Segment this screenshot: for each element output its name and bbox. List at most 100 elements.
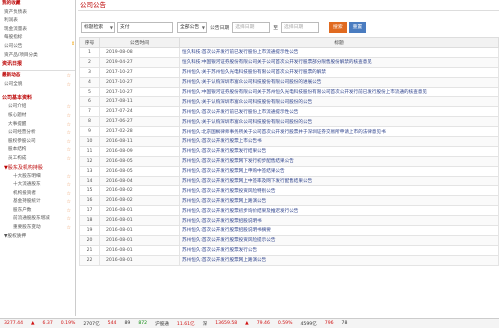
sidebar-item-top-0[interactable]: 我的收藏 [0,0,75,9]
sidebar-item-shareholder-2[interactable]: 机构投资者 ☆ [0,190,75,199]
favorite-star-icon[interactable]: ☆ [67,207,71,216]
cell-title[interactable]: 恒久科技:首次公开发行前已发行股份上市流通提示性公告 [179,47,499,58]
table-row[interactable]: 3 2017-10-27 苏州恒久:关于苏州恒久光电科技股份有限公司首次公开发行股票… [79,66,499,78]
table-row[interactable]: 13 2016-08-05 苏州恒久:首次公开发行股票网上申购中签结果公告 [79,165,499,177]
sidebar-item-top-5[interactable]: 公司公告 [0,43,75,52]
cell-title[interactable]: 苏州恒久:首次公开发行股票发行公告 [179,244,499,256]
table-row[interactable]: 8 2017-06-27 苏州恒久:关于认购深圳市富众公司科技股份有限公司股份的公告 [79,116,499,128]
table-row[interactable]: 16 2016-08-02 苏州恒久:首次公开发行股票网上路演公告 [79,195,499,207]
favorite-star-icon[interactable]: ☆ [67,173,71,182]
table-row[interactable]: 2 2019-04-27 恒久科技:中国银河证券股份有限公司关于公司首次公开发行股票… [79,56,499,68]
cell-title[interactable]: 恒久科技:中国银河证券股份有限公司关于公司首次公开发行股票部分限售股份解禁的核查… [179,56,499,68]
table-row[interactable]: 18 2016-08-01 苏州恒久:首次公开发行股票招股说明书 [79,215,499,227]
cell-title[interactable]: 苏州恒久:首次公开发行股票初步询价结果及推迟发行公告 [179,205,499,217]
table-row[interactable]: 21 2016-08-01 苏州恒久:首次公开发行股票发行公告 [79,244,499,256]
cell-date: 2016-08-04 [99,175,180,187]
scroll-handle-icon[interactable]: ⇕ [71,40,75,48]
sidebar-item-shareholder-5[interactable]: 前流通股股东增减 ☆ [0,215,75,224]
sidebar-item-basic-3[interactable]: 公司经营分析 ☆ [0,129,75,138]
cell-title[interactable]: 苏州恒久:北京国枫律师事务所关于公司首次公开发行股票并于深圳证券交易所申请上市的… [179,126,499,138]
sidebar-item-shareholder-0[interactable]: 十大股东明细 ☆ [0,173,75,182]
sidebar-item-basic-0[interactable]: 公司介绍 ☆ [0,103,75,112]
sidebar-item-label: 公司公告 [4,43,23,49]
favorite-star-icon[interactable]: ☆ [67,215,71,224]
table-row[interactable]: 9 2017-02-28 苏州恒久:北京国枫律师事务所关于公司首次公开发行股票并于深… [79,126,499,138]
table-row[interactable]: 1 2019-08-08 恒久科技:首次公开发行前已发行股份上市流通提示性公告 [79,47,499,58]
table-row[interactable]: 10 2016-08-11 苏州恒久:首次公开发行股票上市公告书 [79,136,499,147]
table-row[interactable]: 11 2016-08-09 苏州恒久:首次公开发行股票发行结果公告 [79,145,499,157]
section-basic-info[interactable]: 公司基本资料 [0,94,75,103]
sidebar-item-top-6[interactable]: 资产品/项目分类 [0,52,75,61]
start-date-input[interactable]: 选择日期 [232,21,271,33]
reset-button[interactable]: 重置 [348,21,367,33]
table-row[interactable]: 14 2016-08-04 苏州恒久:首次公开发行股票网上中签率及网下发行配售结果公… [79,175,499,187]
cell-title[interactable]: 苏州恒久:首次公开发行股票网上申购中签结果公告 [179,165,499,177]
cell-title[interactable]: 苏州恒久:首次公开发行股票投资风险提示公告 [179,234,499,246]
cell-title[interactable]: 苏州恒久:关于认购深圳市富众公司科技股份有限公司股份的进展公告 [179,76,499,88]
sidebar-item-shareholder-4[interactable]: 股东户数 ☆ [0,207,75,216]
cell-title[interactable]: 苏州恒久:首次公开发行股票招股说明书摘要 [179,225,499,236]
sidebar-item-top-3[interactable]: 现金流量表 [0,26,75,35]
table-row[interactable]: 19 2016-08-01 苏州恒久:首次公开发行股票招股说明书摘要 [79,225,499,236]
sidebar-item-mid-1[interactable]: 公司全貌 ☆ [0,81,75,90]
section-shareholders[interactable]: ▼股东及机构持股 [0,164,75,173]
table-row[interactable]: 20 2016-08-01 苏州恒久:首次公开发行股票投资风险提示公告 [79,234,499,246]
sidebar-item-basic-1[interactable]: 核心题材 ☆ [0,112,75,121]
section-info-daily[interactable]: 资讯日报 [0,60,75,69]
end-date-input[interactable]: 选择日期 [281,21,320,33]
sidebar-item-shareholder-6[interactable]: 重要股东变动 ☆ [0,224,75,233]
favorite-star-icon[interactable]: ☆ [67,198,71,207]
sidebar-item-basic-6[interactable]: 员工构成 ☆ [0,155,75,164]
table-row[interactable]: 12 2016-08-05 苏州恒久:首次公开发行股票网下发行初步配售结果公告 [79,155,499,167]
favorite-star-icon[interactable]: ☆ [67,121,71,130]
favorite-star-icon[interactable]: ☆ [67,155,71,164]
cell-title[interactable]: 苏州恒久:关于认购深圳市富众公司科技股份有限公司股份的公告 [179,96,499,108]
sidebar-item-shareholder-1[interactable]: 十大流通股东 ☆ [0,181,75,190]
cell-title[interactable]: 苏州恒久:首次公开发行股票发行结果公告 [179,145,499,157]
favorite-star-icon[interactable]: ☆ [67,146,71,155]
favorite-star-icon[interactable]: ☆ [67,112,71,121]
sidebar-item-top-4[interactable]: 每股指标 [0,34,75,43]
cell-title[interactable]: 苏州恒久:首次公开发行股票投资风险特别公告 [179,185,499,197]
favorite-star-icon[interactable]: ☆ [67,190,71,199]
cell-title[interactable]: 苏州恒久:首次公开发行前已发行股份上市流通提示性公告 [179,106,499,118]
favorite-star-icon[interactable]: ☆ [67,181,71,190]
table-row[interactable]: 17 2016-08-01 苏州恒久:首次公开发行股票初步询价结果及推迟发行公告 [79,205,499,217]
table-row[interactable]: 7 2017-07-24 苏州恒久:首次公开发行前已发行股份上市流通提示性公告 [79,106,499,118]
table-row[interactable]: 15 2016-08-02 苏州恒久:首次公开发行股票投资风险特别公告 [79,185,499,197]
favorite-star-icon[interactable]: ☆ [67,81,71,90]
table-row[interactable]: 4 2017-10-27 苏州恒久:关于认购深圳市富众公司科技股份有限公司股份的进展… [79,76,499,88]
cell-title[interactable]: 苏州恒久:首次公开发行股票网下发行初步配售结果公告 [179,155,499,167]
cell-title[interactable]: 苏州恒久:首次公开发行股票网上中签率及网下发行配售结果公告 [179,175,499,187]
table-row[interactable]: 6 2017-08-11 苏州恒久:关于认购深圳市富众公司科技股份有限公司股份的公告 [79,96,499,108]
table-row[interactable]: 22 2016-08-01 苏州恒久:首次公开发行股票网上路演公告 [79,254,499,266]
cell-title[interactable]: 苏州恒久:首次公开发行股票招股说明书 [179,215,499,227]
sidebar-item-basic-2[interactable]: 大事提醒 ☆ [0,121,75,130]
cell-title[interactable]: 苏州恒久:关于认购深圳市富众公司科技股份有限公司股份的公告 [179,116,499,128]
table-row[interactable]: 5 2017-10-27 苏州恒久:中国银河证券股份有限公司关于苏州恒久光电科技股份… [79,86,499,98]
sidebar-item-top-1[interactable]: 资产负债表 [0,9,75,18]
favorite-star-icon[interactable]: ☆ [67,103,71,112]
sidebar-item-shareholder-3[interactable]: 基金持股统计 ☆ [0,198,75,207]
sidebar-item-top-2[interactable]: 利润表 [0,17,75,26]
search-field-select[interactable]: 标题检索 ▼ [81,21,115,33]
search-button[interactable]: 搜索 [329,21,347,33]
favorite-star-icon[interactable]: ☆ [67,129,71,138]
cell-title[interactable]: 苏州恒久:关于苏州恒久光电科技股份有限公司首次公开发行股票的解禁 [179,66,499,78]
category-select[interactable]: 全部公告 ▼ [177,21,207,33]
sidebar-item-basic-5[interactable]: 股本结构 ☆ [0,146,75,155]
favorite-star-icon[interactable]: ☆ [67,72,71,81]
sidebar-item-basic-4[interactable]: 股权参股公司 ☆ [0,138,75,147]
table-header-row: 序号 公告时间 标题 [79,37,499,48]
divider [0,70,75,72]
sidebar-item-equity-pledge[interactable]: ▼股权质押 [0,233,75,242]
favorite-star-icon[interactable]: ☆ [67,138,71,147]
cell-title[interactable]: 苏州恒久:中国银河证券股份有限公司关于苏州恒久光电科技股份有限公司首次公开发行前… [179,86,499,98]
ticker-value: 79.46 [256,321,270,326]
cell-title[interactable]: 苏州恒久:首次公开发行股票网上路演公告 [179,254,499,266]
sidebar-item-mid-0[interactable]: 最新动态 ☆ [0,72,75,81]
favorite-star-icon[interactable]: ☆ [67,224,71,233]
keyword-input[interactable]: 支付 [117,21,173,33]
cell-title[interactable]: 苏州恒久:首次公开发行股票上市公告书 [179,136,499,147]
cell-title[interactable]: 苏州恒久:首次公开发行股票网上路演公告 [179,195,499,207]
